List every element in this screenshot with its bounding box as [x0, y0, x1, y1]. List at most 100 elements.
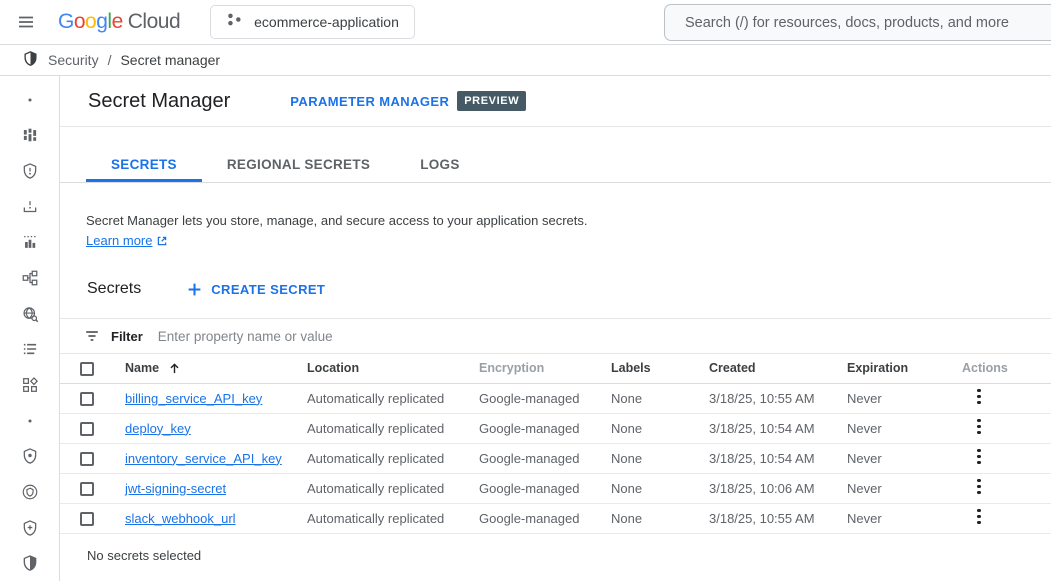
breadcrumb: Security / Secret manager: [0, 45, 1051, 76]
create-secret-button[interactable]: CREATE SECRET: [187, 282, 325, 297]
top-app-bar: Google Cloud ecommerce-application: [0, 0, 1051, 45]
nav-shield-alert-icon[interactable]: [0, 153, 60, 189]
table-row: billing_service_API_key Automatically re…: [60, 383, 1051, 413]
secrets-table: Name Location Encryption Labels Created …: [60, 354, 1051, 534]
row-actions-menu-icon[interactable]: [971, 415, 987, 439]
nav-network-icon[interactable]: [0, 260, 60, 296]
cell-location: Automatically replicated: [293, 503, 465, 533]
cell-location: Automatically replicated: [293, 383, 465, 413]
nav-shield-circle-icon[interactable]: [0, 474, 60, 510]
row-checkbox[interactable]: [80, 512, 94, 526]
page-title: Secret Manager: [88, 90, 230, 113]
nav-bar-chart-icon[interactable]: [0, 225, 60, 261]
project-selector[interactable]: ecommerce-application: [210, 5, 415, 39]
nav-dot-icon[interactable]: [0, 82, 60, 118]
secret-name-link[interactable]: jwt-signing-secret: [125, 481, 226, 496]
breadcrumb-section[interactable]: Security: [48, 52, 99, 68]
select-all-checkbox[interactable]: [80, 362, 94, 376]
column-header-name[interactable]: Name: [111, 354, 293, 383]
nav-list-icon[interactable]: [0, 331, 60, 367]
nav-dot-icon-2[interactable]: [0, 403, 60, 439]
cell-labels: None: [597, 503, 695, 533]
google-logo-cloud-text: Cloud: [128, 10, 180, 34]
cell-created: 3/18/25, 10:06 AM: [695, 473, 833, 503]
nav-web-scanner-icon[interactable]: [0, 296, 60, 332]
secrets-table-card: Filter Name Location Encry: [60, 318, 1051, 534]
cell-location: Automatically replicated: [293, 473, 465, 503]
column-header-location[interactable]: Location: [293, 354, 465, 383]
breadcrumb-separator: /: [108, 52, 112, 68]
nav-shield-dot-icon[interactable]: [0, 438, 60, 474]
breadcrumb-page: Secret manager: [120, 52, 220, 68]
sort-ascending-icon: [168, 362, 181, 375]
row-actions-menu-icon[interactable]: [971, 445, 987, 469]
cell-labels: None: [597, 383, 695, 413]
filter-bar: Filter: [60, 319, 1051, 354]
row-actions-menu-icon[interactable]: [971, 505, 987, 529]
learn-more-label: Learn more: [86, 231, 152, 251]
selection-status: No secrets selected: [87, 548, 1051, 563]
tab-bar: SECRETS REGIONAL SECRETS LOGS: [60, 147, 1051, 183]
table-row: jwt-signing-secret Automatically replica…: [60, 473, 1051, 503]
google-cloud-logo[interactable]: Google Cloud: [58, 10, 180, 34]
external-link-icon: [156, 235, 168, 247]
secret-name-link[interactable]: inventory_service_API_key: [125, 451, 282, 466]
row-actions-menu-icon[interactable]: [971, 475, 987, 499]
cell-encryption: Google-managed: [465, 443, 597, 473]
filter-label: Filter: [111, 329, 143, 344]
column-header-expiration[interactable]: Expiration: [833, 354, 948, 383]
row-checkbox[interactable]: [80, 392, 94, 406]
secrets-section-header: Secrets CREATE SECRET: [87, 277, 1051, 301]
secret-name-link[interactable]: deploy_key: [125, 421, 191, 436]
project-selector-label: ecommerce-application: [254, 14, 399, 30]
table-header-row: Name Location Encryption Labels Created …: [60, 354, 1051, 383]
cell-location: Automatically replicated: [293, 413, 465, 443]
cell-encryption: Google-managed: [465, 383, 597, 413]
learn-more-link[interactable]: Learn more: [86, 231, 168, 251]
cell-location: Automatically replicated: [293, 443, 465, 473]
global-search[interactable]: [664, 4, 1051, 41]
column-header-labels[interactable]: Labels: [597, 354, 695, 383]
global-search-input[interactable]: [665, 15, 1051, 31]
nav-shield-half-icon[interactable]: [0, 545, 60, 581]
secret-name-link[interactable]: slack_webhook_url: [125, 511, 236, 526]
page-header: Secret Manager PARAMETER MANAGER PREVIEW: [60, 76, 1051, 127]
security-shield-icon: [22, 50, 39, 70]
intro-text-block: Secret Manager lets you store, manage, a…: [86, 211, 1051, 251]
cell-created: 3/18/25, 10:55 AM: [695, 503, 833, 533]
cell-created: 3/18/25, 10:54 AM: [695, 413, 833, 443]
cell-labels: None: [597, 443, 695, 473]
row-actions-menu-icon[interactable]: [971, 385, 987, 409]
preview-badge: PREVIEW: [457, 91, 526, 111]
project-icon: [226, 11, 243, 33]
menu-icon[interactable]: [16, 12, 36, 32]
column-name-label: Name: [125, 361, 159, 375]
cell-expiration: Never: [833, 383, 948, 413]
secret-name-link[interactable]: billing_service_API_key: [125, 391, 262, 406]
parameter-manager-link[interactable]: PARAMETER MANAGER: [290, 94, 449, 109]
nav-category-icon[interactable]: [0, 367, 60, 403]
row-checkbox[interactable]: [80, 422, 94, 436]
cell-created: 3/18/25, 10:54 AM: [695, 443, 833, 473]
column-header-encryption: Encryption: [465, 354, 597, 383]
nav-tray-alert-icon[interactable]: [0, 189, 60, 225]
cell-labels: None: [597, 473, 695, 503]
tab-regional-secrets[interactable]: REGIONAL SECRETS: [202, 147, 395, 182]
column-header-created[interactable]: Created: [695, 354, 833, 383]
left-nav-rail: [0, 76, 60, 581]
tab-logs[interactable]: LOGS: [395, 147, 484, 182]
nav-shield-plus-icon[interactable]: [0, 510, 60, 546]
create-secret-label: CREATE SECRET: [211, 282, 325, 297]
nav-overview-blocks-icon[interactable]: [0, 118, 60, 154]
row-checkbox[interactable]: [80, 452, 94, 466]
row-checkbox[interactable]: [80, 482, 94, 496]
table-row: slack_webhook_url Automatically replicat…: [60, 503, 1051, 533]
table-row: inventory_service_API_key Automatically …: [60, 443, 1051, 473]
cell-labels: None: [597, 413, 695, 443]
secrets-heading: Secrets: [87, 280, 141, 298]
tab-secrets[interactable]: SECRETS: [86, 147, 202, 182]
filter-input[interactable]: [158, 329, 1051, 344]
table-row: deploy_key Automatically replicated Goog…: [60, 413, 1051, 443]
google-logo-letters: Google: [58, 10, 123, 34]
cell-encryption: Google-managed: [465, 473, 597, 503]
